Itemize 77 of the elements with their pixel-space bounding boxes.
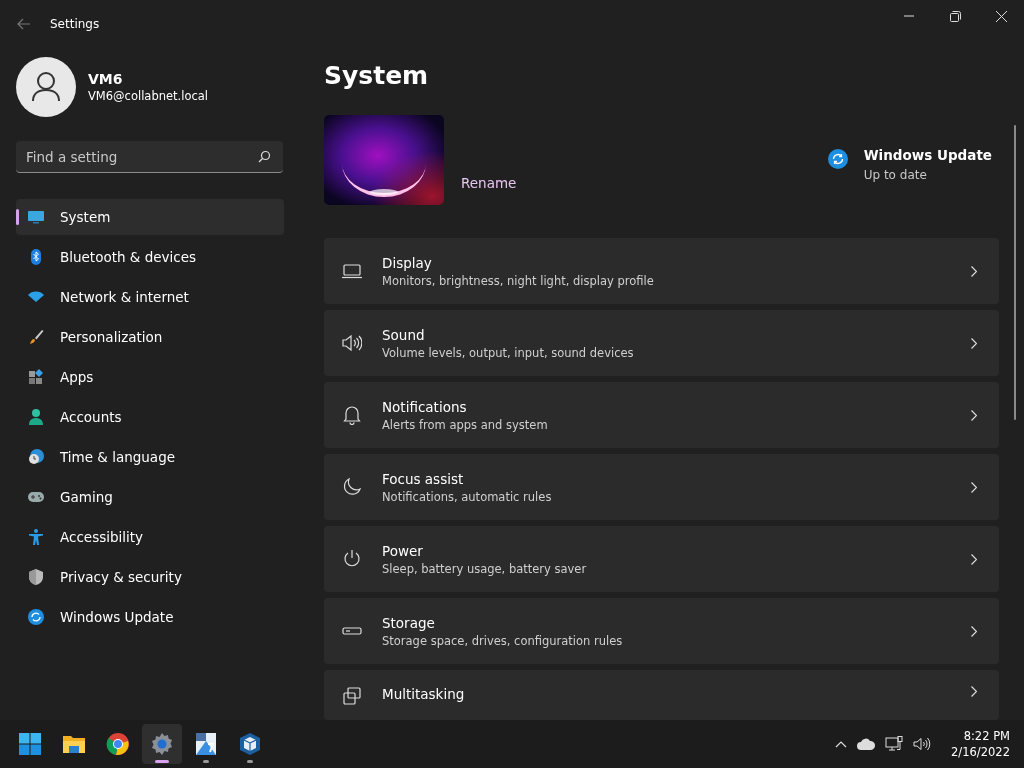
nav-item[interactable]: Accounts: [16, 399, 284, 435]
avatar-icon: [16, 57, 76, 117]
clock[interactable]: 8:22 PM 2/16/2022: [951, 728, 1010, 760]
sync-icon: [827, 149, 848, 169]
chevron-right-icon: [971, 686, 977, 697]
settings-card[interactable]: Focus assist Notifications, automatic rules: [324, 454, 999, 520]
card-description: Sleep, battery usage, battery saver: [382, 561, 588, 576]
volume-icon[interactable]: [913, 737, 932, 751]
network-icon[interactable]: [885, 736, 904, 752]
nav-item[interactable]: Windows Update: [16, 599, 284, 635]
apps-icon: [27, 368, 45, 386]
nav-item[interactable]: Privacy & security: [16, 559, 284, 595]
gear-icon[interactable]: [150, 732, 174, 756]
cloud-icon[interactable]: [857, 738, 876, 750]
card-description: Monitors, brightness, night light, display profile: [382, 273, 655, 288]
window-title: Settings: [50, 17, 100, 31]
accessibility-icon: [27, 528, 45, 546]
card-title: Power: [382, 542, 424, 559]
page-title: System: [324, 60, 430, 92]
search-icon[interactable]: [258, 150, 271, 163]
scrollbar[interactable]: [1014, 125, 1016, 420]
brush-icon: [27, 328, 45, 346]
person-icon: [27, 408, 45, 426]
shield-icon: [27, 568, 45, 586]
cube-icon[interactable]: [238, 732, 262, 756]
chevron-right-icon: [971, 481, 977, 493]
nav-item[interactable]: Personalization: [16, 319, 284, 355]
card-description: Notifications, automatic rules: [382, 489, 553, 504]
nav-item[interactable]: Gaming: [16, 479, 284, 515]
moon-icon: [342, 477, 362, 497]
monitor-icon: [27, 208, 45, 226]
bell-icon: [342, 405, 362, 425]
card-title: Notifications: [382, 398, 468, 415]
card-description: Storage space, drives, configuration rules: [382, 633, 624, 648]
rename-link[interactable]: Rename: [461, 175, 517, 191]
chevron-right-icon: [971, 409, 977, 421]
laptop-icon: [342, 261, 362, 281]
chevron-right-icon: [971, 337, 977, 349]
nav-item[interactable]: Apps: [16, 359, 284, 395]
update-title[interactable]: Windows Update: [863, 147, 992, 163]
update-status: Up to date: [863, 168, 928, 182]
speaker-icon: [342, 333, 362, 353]
settings-card[interactable]: Notifications Alerts from apps and system: [324, 382, 999, 448]
nav-item[interactable]: Accessibility: [16, 519, 284, 555]
card-title: Multitasking: [382, 686, 466, 702]
card-description: Alerts from apps and system: [382, 417, 549, 432]
chevron-right-icon: [971, 553, 977, 565]
settings-card[interactable]: Display Monitors, brightness, night light, display profile: [324, 238, 999, 304]
card-description: Volume levels, output, input, sound devices: [382, 345, 635, 360]
settings-card[interactable]: Multitasking: [324, 670, 999, 720]
nav-item[interactable]: Network & internet: [16, 279, 284, 315]
windows-logo-icon[interactable]: [18, 732, 42, 756]
browser-icon[interactable]: [106, 732, 130, 756]
nav-item[interactable]: System: [16, 199, 284, 235]
close-icon[interactable]: [995, 10, 1007, 22]
settings-app-button[interactable]: [142, 724, 182, 764]
settings-card[interactable]: Storage Storage space, drives, configuration rules: [324, 598, 999, 664]
nav-item[interactable]: Time & language: [16, 439, 284, 475]
chevron-right-icon: [971, 265, 977, 277]
settings-card[interactable]: Sound Volume levels, output, input, sound devices: [324, 310, 999, 376]
card-title: Storage: [382, 614, 436, 631]
globe-clock-icon: [27, 448, 45, 466]
card-title: Display: [382, 254, 433, 271]
back-arrow-icon[interactable]: [17, 18, 31, 30]
restore-icon[interactable]: [949, 10, 961, 22]
card-title: Focus assist: [382, 470, 465, 487]
search-field[interactable]: Find a setting: [16, 141, 283, 173]
card-title: Sound: [382, 326, 426, 343]
settings-card[interactable]: Power Sleep, battery usage, battery saver: [324, 526, 999, 592]
nav-item[interactable]: Bluetooth & devices: [16, 239, 284, 275]
chevron-right-icon: [971, 625, 977, 637]
power-icon: [342, 549, 362, 569]
user-name: VM6: [88, 71, 124, 87]
windows-stack-icon: [342, 686, 362, 706]
user-email: VM6@collabnet.local: [88, 89, 209, 103]
chevron-up-icon[interactable]: [835, 740, 848, 748]
sync-icon: [27, 608, 45, 626]
